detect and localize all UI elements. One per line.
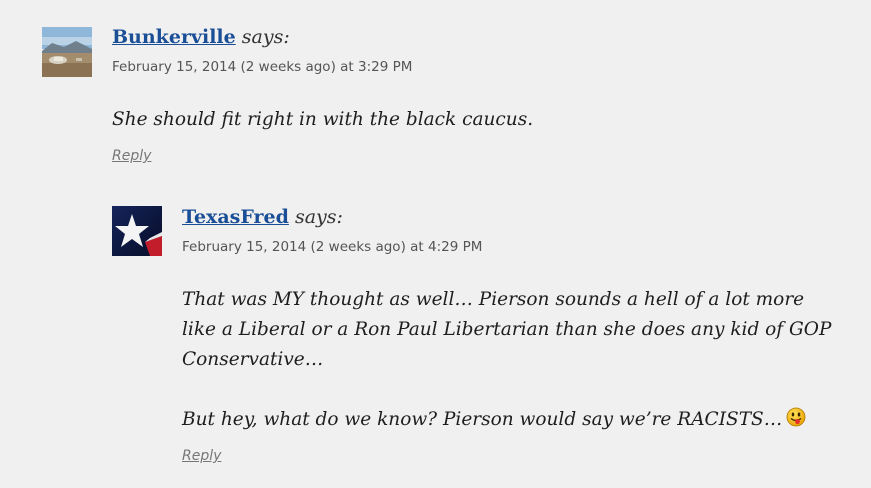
comment-header: Bunkerville says: bbox=[112, 25, 290, 49]
comment-paragraph: That was MY thought as well… Pierson sou… bbox=[182, 289, 832, 370]
comment-bunkerville: Bunkerville says: February 15, 2014 (2 w… bbox=[0, 0, 871, 180]
comment-body: She should fit right in with the black c… bbox=[112, 105, 812, 135]
comment-date-link[interactable]: February 15, 2014 (2 weeks ago) at 4:29 … bbox=[182, 239, 482, 255]
comment-body: That was MY thought as well… Pierson sou… bbox=[182, 285, 842, 437]
reply-link[interactable]: Reply bbox=[112, 148, 151, 164]
author-link[interactable]: TexasFred bbox=[182, 206, 289, 228]
tongue-out-smiley-icon bbox=[786, 407, 806, 437]
says-label: says: bbox=[294, 206, 343, 228]
comment-paragraph: She should fit right in with the black c… bbox=[112, 109, 534, 130]
texas-flag-avatar-icon[interactable] bbox=[112, 206, 162, 256]
comment-date-link[interactable]: February 15, 2014 (2 weeks ago) at 3:29 … bbox=[112, 59, 412, 75]
reply-link[interactable]: Reply bbox=[182, 448, 221, 464]
says-label: says: bbox=[241, 26, 290, 48]
comment-paragraph-text: But hey, what do we know? Pierson would … bbox=[182, 409, 783, 430]
comment-paragraph-with-emoticon: But hey, what do we know? Pierson would … bbox=[182, 405, 842, 437]
landscape-avatar-icon[interactable] bbox=[42, 27, 92, 77]
comment-header: TexasFred says: bbox=[182, 205, 343, 229]
author-link[interactable]: Bunkerville bbox=[112, 26, 236, 48]
